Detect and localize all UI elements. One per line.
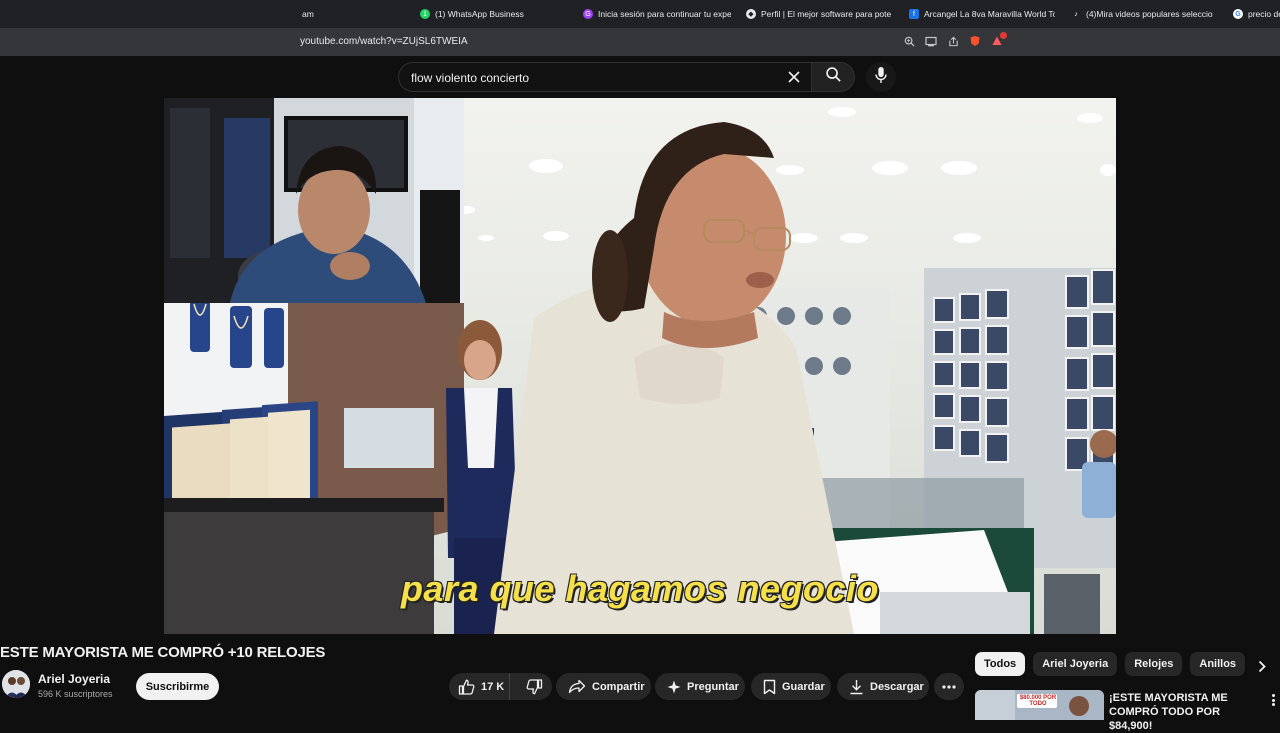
voice-search-button[interactable] <box>866 62 896 92</box>
address-bar: youtube.com/watch?v=ZUjSL6TWEIA <box>0 28 1280 56</box>
tab-title: am <box>302 9 314 19</box>
browser-tab-profile[interactable]: ◆ Perfil | El mejor software para pote <box>746 6 892 22</box>
tab-title: Arcangel La 8va Maravilla World To <box>924 9 1055 19</box>
tab-title: (4)Mira videos populares seleccio <box>1086 9 1213 19</box>
search-button[interactable] <box>811 62 855 92</box>
download-icon <box>849 679 864 695</box>
share-button[interactable]: Compartir <box>556 673 651 700</box>
more-vertical-icon[interactable] <box>1268 692 1278 708</box>
google-icon: G <box>1233 9 1243 19</box>
chevron-right-icon[interactable] <box>1252 656 1272 676</box>
tab-title: (1) WhatsApp Business <box>435 9 524 19</box>
like-dislike-group: 17 K <box>449 673 552 700</box>
youtube-header: flow violento concierto <box>0 56 1280 98</box>
ask-label: Preguntar <box>687 680 739 693</box>
recommendation-chips: Todos Ariel Joyeria Relojes Anillos <box>975 652 1246 676</box>
share-icon[interactable] <box>946 34 960 48</box>
save-button[interactable]: Guardar <box>751 673 831 700</box>
subscribe-button[interactable]: Suscribirme <box>136 673 219 700</box>
avatar[interactable] <box>2 670 30 698</box>
search-query[interactable]: flow violento concierto <box>411 71 529 85</box>
webcam-overlay <box>164 98 464 303</box>
chip-relojes[interactable]: Relojes <box>1125 652 1183 676</box>
like-count: 17 K <box>481 680 505 693</box>
bookmark-icon <box>763 679 776 695</box>
share-label: Compartir <box>592 680 645 693</box>
share-icon <box>568 679 586 694</box>
recommendation-thumbnail[interactable]: $80.000 POR TODO <box>975 690 1104 720</box>
chip-channel[interactable]: Ariel Joyeria <box>1033 652 1118 676</box>
thumbnail-caption: $80.000 POR TODO <box>1019 695 1057 707</box>
search-icon <box>825 66 842 88</box>
close-icon[interactable] <box>783 66 805 88</box>
video-player[interactable]: para que hagamos negocio <box>164 98 1116 634</box>
download-button[interactable]: Descargar <box>837 673 929 700</box>
dislike-button[interactable] <box>516 678 552 695</box>
subscriber-count: 596 K suscriptores <box>38 689 113 699</box>
brave-shield-icon[interactable] <box>968 34 982 48</box>
mic-icon <box>874 66 888 89</box>
tab-title: Perfil | El mejor software para pote <box>761 9 892 19</box>
tab-title: precio de <box>1248 9 1280 19</box>
like-button[interactable]: 17 K <box>449 673 511 700</box>
search-input[interactable]: flow violento concierto <box>398 62 812 92</box>
rewards-icon[interactable] <box>990 32 1007 48</box>
download-label: Descargar <box>870 680 924 693</box>
channel-name[interactable]: Ariel Joyeria <box>38 672 110 686</box>
browser-tab-google[interactable]: G precio de <box>1233 6 1280 22</box>
notification-dot <box>1000 32 1007 39</box>
browser-tab-login[interactable]: G Inicia sesión para continuar tu expe <box>583 6 731 22</box>
video-title: ESTE MAYORISTA ME COMPRÓ +10 RELOJES <box>0 644 326 661</box>
cast-icon[interactable] <box>924 34 938 48</box>
url-field[interactable]: youtube.com/watch?v=ZUjSL6TWEIA <box>300 36 468 47</box>
browser-tab-tiktok[interactable]: ♪ (4)Mira videos populares seleccio <box>1071 6 1217 22</box>
tiktok-icon: ♪ <box>1071 9 1081 19</box>
browser-tab-facebook[interactable]: f Arcangel La 8va Maravilla World To <box>909 6 1055 22</box>
video-subtitle: para que hagamos negocio <box>400 568 880 609</box>
save-label: Guardar <box>782 680 825 693</box>
ask-button[interactable]: Preguntar <box>655 673 745 700</box>
browser-tab[interactable]: am <box>302 6 314 22</box>
thumbs-up-icon <box>458 679 475 695</box>
tab-title: Inicia sesión para continuar tu expe <box>598 9 731 19</box>
more-horizontal-icon <box>942 684 956 689</box>
recommendation-title[interactable]: ¡ESTE MAYORISTA ME COMPRÓ TODO POR $84,9… <box>1109 691 1259 733</box>
browser-tab-whatsapp[interactable]: 1 (1) WhatsApp Business <box>420 6 570 22</box>
browser-tab-bar: am 1 (1) WhatsApp Business G Inicia sesi… <box>0 0 1280 28</box>
facebook-icon: f <box>909 9 919 19</box>
site-favicon-icon: G <box>583 9 593 19</box>
chip-anillos[interactable]: Anillos <box>1190 652 1246 676</box>
whatsapp-icon: 1 <box>420 9 430 19</box>
chip-all[interactable]: Todos <box>975 652 1026 676</box>
diamond-icon: ◆ <box>746 9 756 19</box>
thumbs-down-icon <box>526 678 543 695</box>
more-actions-button[interactable] <box>934 673 964 700</box>
zoom-icon[interactable] <box>902 34 916 48</box>
sparkle-icon <box>667 680 681 694</box>
